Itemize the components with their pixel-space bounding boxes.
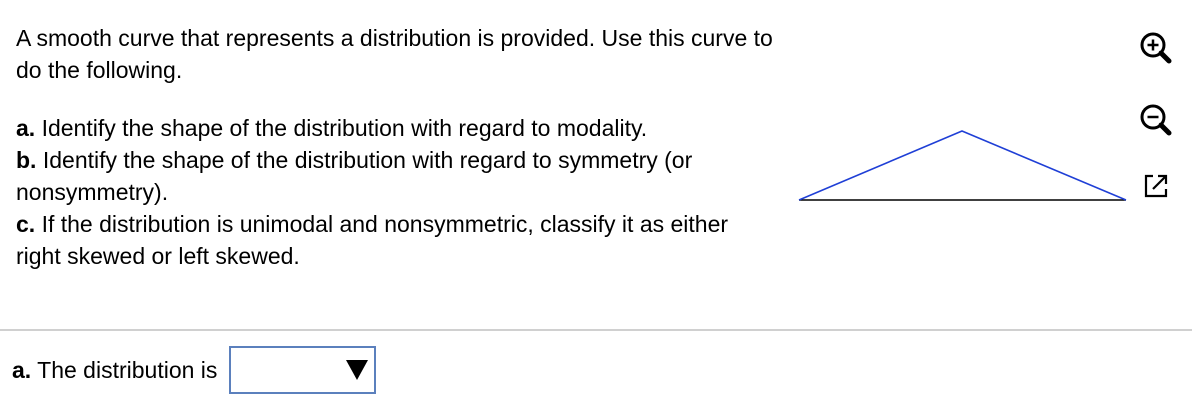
part-a-text: Identify the shape of the distribution w…: [35, 115, 648, 141]
part-c-letter: c.: [16, 211, 36, 237]
distribution-curve: [798, 130, 1127, 201]
part-c-text: If the distribution is unimodal and nons…: [16, 211, 729, 269]
question-intro: A smooth curve that represents a distrib…: [16, 25, 773, 83]
figure-toolbar: [1136, 28, 1176, 208]
distribution-curve-figure: [798, 130, 1127, 201]
part-b-text: Identify the shape of the distribution w…: [16, 147, 693, 205]
zoom-out-button[interactable]: [1136, 100, 1176, 140]
answer-a-label: a. The distribution is: [12, 357, 217, 384]
answer-a-text: The distribution is: [31, 356, 218, 383]
part-a-letter: a.: [16, 115, 36, 141]
answer-a-letter: a.: [12, 356, 32, 383]
part-b-letter: b.: [16, 147, 37, 173]
zoom-in-icon: [1140, 32, 1172, 64]
zoom-out-icon: [1140, 104, 1172, 136]
zoom-in-button[interactable]: [1136, 28, 1176, 68]
distribution-shape-dropdown[interactable]: [229, 346, 377, 394]
page: A smooth curve that represents a distrib…: [0, 0, 1192, 416]
question-part-c: c. If the distribution is unimodal and n…: [16, 208, 776, 272]
section-divider: [0, 329, 1192, 331]
question-part-a: a. Identify the shape of the distributio…: [16, 112, 776, 144]
popout-button[interactable]: [1136, 166, 1176, 206]
question-text: A smooth curve that represents a distrib…: [16, 22, 776, 272]
dropdown-arrow-icon: [346, 360, 369, 380]
answer-row-a: a. The distribution is: [12, 345, 377, 395]
popout-icon: [1144, 174, 1168, 198]
question-part-b: b. Identify the shape of the distributio…: [16, 144, 776, 208]
